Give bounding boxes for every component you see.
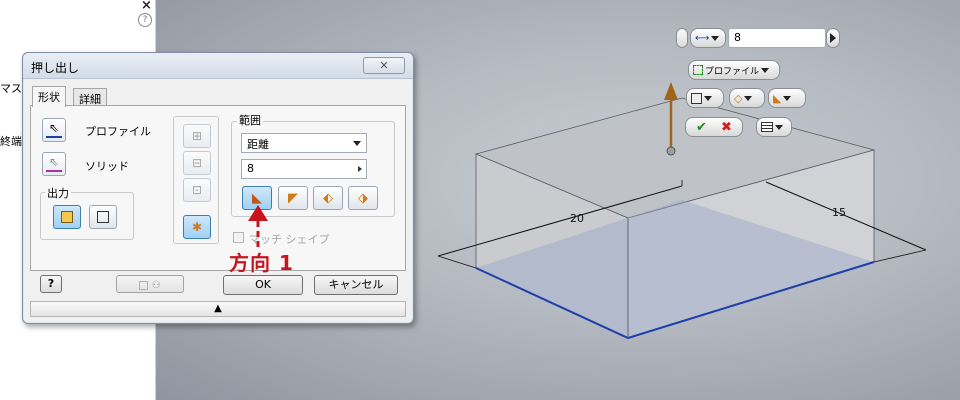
cancel-button[interactable]: キャンセル [314, 275, 398, 295]
surface-cube-icon [97, 211, 109, 223]
chevron-down-icon [783, 95, 792, 101]
tab-shape[interactable]: 形状 [32, 86, 66, 107]
dialog-close-button[interactable]: ✕ [363, 57, 405, 74]
solid-label: ソリッド [85, 160, 129, 173]
ok-cancel-group: ✔ ✖ [685, 117, 743, 137]
direction-1-icon: ◣ [252, 190, 262, 206]
cursor-arrow-icon: ⇖ [49, 155, 60, 169]
dimension-width-label: 15 [832, 206, 846, 219]
arrow-right-icon [830, 33, 836, 43]
tab-shape-label: 形状 [38, 91, 60, 104]
solid-cube-icon [61, 211, 73, 223]
profile-select-button[interactable]: プロファイル [688, 60, 780, 80]
profile-selector-button[interactable]: ⇖ [42, 118, 66, 142]
direction-asymmetric-button[interactable]: ⬗ [348, 186, 378, 210]
shape-tab-panel: ⇖ プロファイル ⇖ ソリッド 出力 ⊞ ⊟ ⊡ ✱ 範囲 距離 8 ◣ ◤ ⬖… [30, 105, 406, 271]
extrude-dialog: 押し出し ✕ 形状 詳細 ⇖ プロファイル ⇖ ソリッド 出力 ⊞ ⊟ ⊡ ✱ [22, 52, 414, 324]
output-solid-button[interactable] [53, 205, 81, 229]
chevron-down-icon [704, 95, 712, 101]
profile-select-label: プロファイル [705, 66, 760, 77]
output-group-title: 出力 [45, 185, 71, 201]
dimension-length-label: 20 [570, 212, 584, 225]
chevron-down-icon [353, 141, 361, 146]
dialog-expand-bar[interactable]: ▲ [30, 301, 406, 317]
profile-label: プロファイル [85, 125, 151, 138]
operation-new-solid-button[interactable]: ✱ [183, 215, 211, 239]
intersect-icon: ⊡ [191, 183, 203, 197]
preview-checkbox-icon [139, 280, 149, 290]
direction-symmetric-button[interactable]: ⬖ [313, 186, 343, 210]
panel-help-icon[interactable]: ? [138, 13, 152, 27]
profile-color-bar [46, 136, 62, 138]
direction-2-icon: ◤ [288, 190, 298, 206]
direction-arrow-head [664, 82, 678, 100]
cut-icon: ⊟ [191, 156, 203, 170]
drag-handle [666, 146, 676, 156]
direction-button[interactable]: ◣ [768, 88, 806, 108]
dialog-title: 押し出し [31, 61, 80, 75]
distance-value: 8 [247, 162, 254, 175]
browser-item-end[interactable]: 終端 [0, 133, 22, 149]
solid-color-bar [46, 170, 62, 172]
profile-select-icon [693, 65, 703, 75]
solid-cube-icon [691, 92, 702, 104]
new-solid-icon: ✱ [191, 220, 203, 234]
arrow-right-icon [358, 166, 362, 172]
tab-more[interactable]: 詳細 [73, 88, 107, 106]
distance-type-button[interactable]: ⟷ [690, 28, 726, 48]
chevron-down-icon [761, 67, 770, 73]
menu-list-icon [761, 122, 773, 132]
cancel-x-icon[interactable]: ✖ [721, 120, 732, 135]
extent-type-value: 距離 [247, 138, 269, 151]
extent-type-select[interactable]: 距離 [241, 133, 367, 153]
operation-join-button[interactable]: ⊞ [183, 124, 211, 148]
annotation-label: 方向 1 [229, 251, 294, 275]
chevron-down-icon [711, 35, 720, 41]
mini-toolbar-grip[interactable] [676, 28, 688, 48]
operation-cut-button[interactable]: ⊟ [183, 151, 211, 175]
operation-intersect-button[interactable]: ⊡ [183, 178, 211, 202]
asymmetric-icon: ⬗ [358, 190, 368, 206]
help-icon: ? [47, 277, 55, 290]
mini-menu-button[interactable] [756, 117, 792, 137]
output-type-button[interactable] [686, 88, 724, 108]
chevron-down-icon [744, 95, 753, 101]
join-icon: ⊞ [191, 129, 203, 143]
distance-icon: ⟷ [695, 32, 710, 44]
cursor-arrow-icon: ⇖ [49, 121, 60, 135]
extent-group-title: 範囲 [237, 112, 263, 128]
preview-toggle-button[interactable]: ⚇ [116, 275, 184, 293]
operation-type-button[interactable]: ◇ [729, 88, 765, 108]
annotation-arrow [248, 205, 268, 247]
dialog-titlebar[interactable]: 押し出し ✕ [23, 53, 413, 79]
symmetric-icon: ⬖ [323, 190, 333, 206]
mini-distance-input[interactable]: 8 [728, 28, 826, 48]
solid-selector-button[interactable]: ⇖ [42, 152, 66, 176]
direction-icon: ◣ [773, 91, 782, 105]
distance-input[interactable]: 8 [241, 159, 367, 179]
glasses-icon: ⚇ [151, 280, 161, 291]
ok-button[interactable]: OK [223, 275, 303, 295]
chevron-down-icon [775, 124, 783, 130]
panel-close-icon[interactable]: × [141, 0, 152, 13]
join-icon: ◇ [734, 91, 743, 105]
output-surface-button[interactable] [89, 205, 117, 229]
expand-up-icon: ▲ [214, 303, 222, 314]
help-button[interactable]: ? [40, 275, 62, 293]
direction-2-button[interactable]: ◤ [278, 186, 308, 210]
ok-check-icon[interactable]: ✔ [696, 120, 707, 135]
mini-apply-arrow[interactable] [826, 28, 840, 48]
